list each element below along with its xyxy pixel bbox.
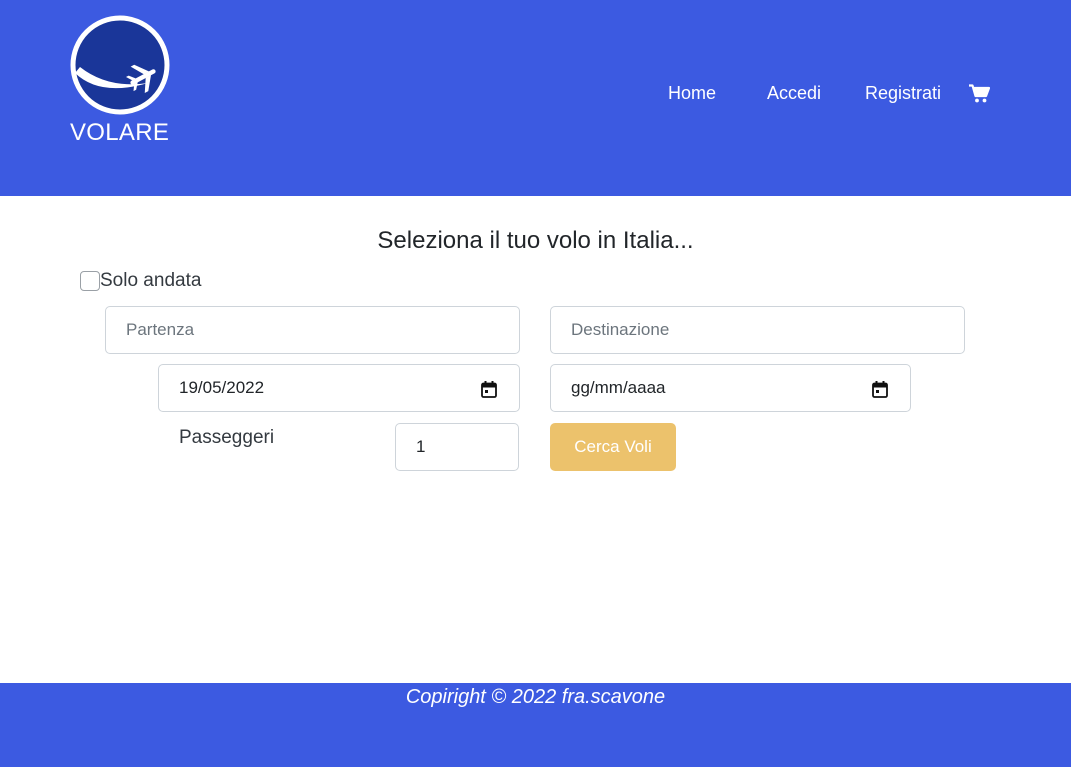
one-way-label: Solo andata: [100, 270, 202, 291]
page-title: Seleziona il tuo volo in Italia...: [377, 227, 694, 254]
destination-placeholder: Destinazione: [571, 320, 670, 339]
site-footer: Copiright © 2022 fra.scavone: [0, 683, 1071, 767]
calendar-icon[interactable]: [481, 381, 497, 398]
departure-placeholder: Partenza: [126, 320, 195, 339]
departure-input[interactable]: Partenza: [105, 306, 520, 354]
return-date-input[interactable]: gg/mm/aaaa: [550, 364, 911, 412]
passengers-input[interactable]: 1: [395, 423, 519, 471]
passengers-value: 1: [416, 437, 426, 456]
brand-name: VOLARE: [70, 119, 170, 146]
destination-input[interactable]: Destinazione: [550, 306, 965, 354]
departure-date-input[interactable]: 19/05/2022: [158, 364, 520, 412]
shopping-cart-icon[interactable]: [969, 84, 990, 103]
calendar-icon[interactable]: [872, 381, 888, 398]
copyright-text: Copiright © 2022 fra.scavone: [405, 686, 666, 708]
return-date-value: gg/mm/aaaa: [571, 378, 666, 397]
departure-date-value: 19/05/2022: [179, 378, 265, 397]
airplane-globe-icon[interactable]: [70, 15, 170, 115]
site-header: VOLARE Home Accedi Registrati: [0, 0, 1071, 196]
one-way-checkbox[interactable]: [80, 271, 100, 291]
nav-register[interactable]: Registrati: [865, 83, 941, 104]
nav-home[interactable]: Home: [668, 83, 716, 104]
passengers-label: Passeggeri: [179, 427, 275, 448]
nav-login[interactable]: Accedi: [767, 83, 821, 104]
search-flights-button[interactable]: Cerca Voli: [550, 423, 676, 471]
